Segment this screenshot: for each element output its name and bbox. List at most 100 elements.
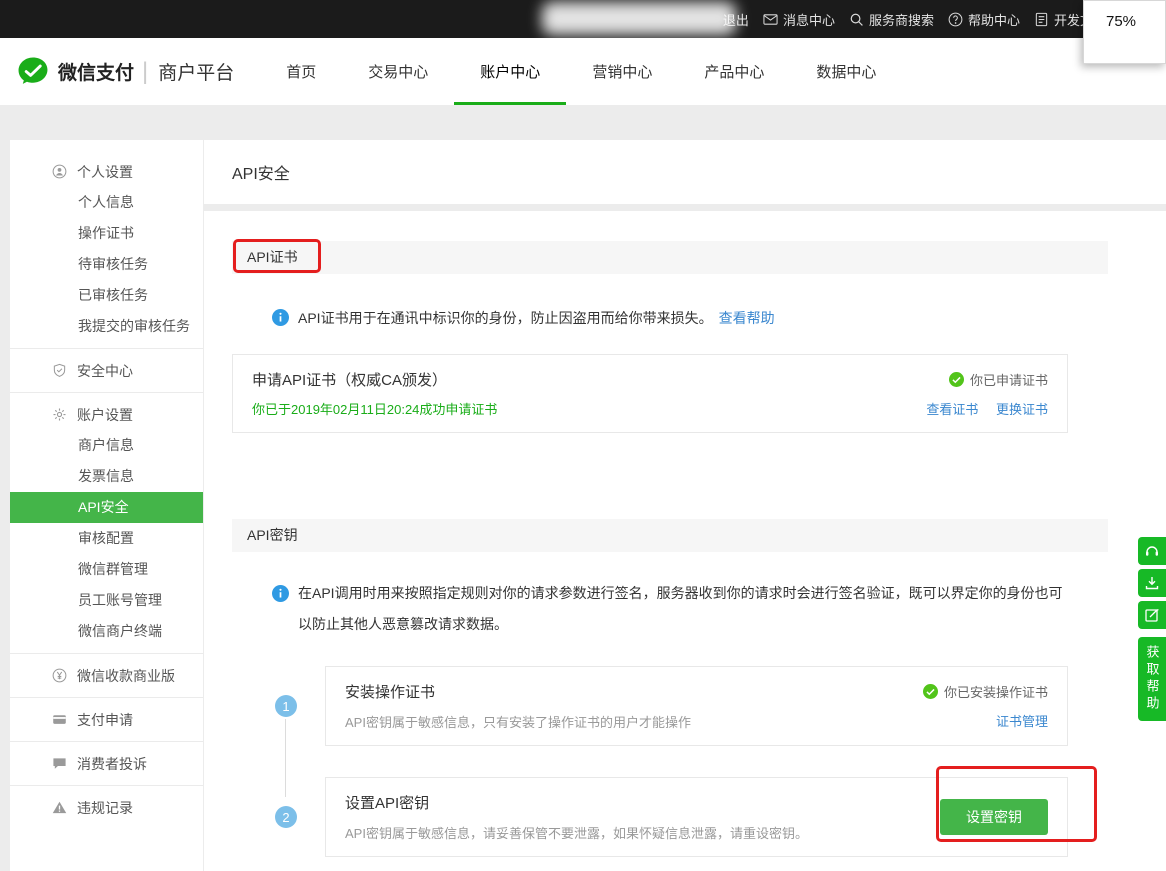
message-center-label: 消息中心 — [782, 12, 835, 28]
sidebar-item-security-center[interactable]: 安全中心 — [10, 355, 203, 386]
sidebar-group-violation: 违规记录 — [10, 785, 203, 829]
api-cert-section-title: API证书 — [247, 249, 298, 265]
sidebar-item-personal-settings[interactable]: 个人设置 — [10, 156, 203, 187]
api-cert-card: 申请API证书（权威CA颁发） 你已于2019年02月11日20:24成功申请证… — [232, 354, 1068, 433]
redacted-account-name — [542, 2, 736, 35]
page-title-bar: API安全 — [204, 140, 1166, 204]
service-provider-search-label: 服务商搜索 — [868, 12, 934, 28]
step-number-badge: 1 — [275, 695, 297, 717]
gear-icon — [52, 407, 67, 422]
api-key-steps: 1 安装操作证书 API密钥属于敏感信息，只有安装了操作证书的用户才能操作 你已… — [232, 666, 1108, 857]
tab-transaction-center[interactable]: 交易中心 — [342, 38, 454, 105]
sidebar-item-account-settings[interactable]: 账户设置 — [10, 399, 203, 430]
sidebar-item-review-config[interactable]: 审核配置 — [10, 523, 203, 554]
get-help-button[interactable]: 获取帮助 — [1138, 637, 1166, 721]
sidebar-group-business-pay: 微信收款商业版 — [10, 653, 203, 697]
step-set-api-key-box: 设置API密钥 API密钥属于敏感信息，请妥善保管不要泄露，如果怀疑信息泄露，请… — [325, 777, 1068, 857]
tab-product-center[interactable]: 产品中心 — [678, 38, 790, 105]
check-circle-icon — [948, 371, 964, 387]
sidebar-item-pending-tasks[interactable]: 待审核任务 — [10, 249, 203, 280]
install-cert-status: 你已安装操作证书 — [922, 682, 1048, 701]
sidebar-item-violation-records[interactable]: 违规记录 — [10, 792, 203, 823]
mail-icon — [763, 12, 778, 27]
download-icon — [1144, 575, 1160, 591]
step-install-cert-left: 安装操作证书 API密钥属于敏感信息，只有安装了操作证书的用户才能操作 — [345, 681, 691, 731]
step-install-cert-right: 你已安装操作证书 证书管理 — [922, 681, 1048, 731]
sidebar-item-wechat-collect-business[interactable]: 微信收款商业版 — [10, 660, 203, 691]
primary-nav: 首页 交易中心 账户中心 营销中心 产品中心 数据中心 — [260, 38, 902, 105]
sidebar-item-staff-account-mgmt[interactable]: 员工账号管理 — [10, 585, 203, 616]
api-cert-card-left: 申请API证书（权威CA颁发） 你已于2019年02月11日20:24成功申请证… — [252, 369, 497, 418]
step-set-api-key-desc: API密钥属于敏感信息，请妥善保管不要泄露，如果怀疑信息泄露，请重设密钥。 — [345, 826, 808, 841]
sidebar-group-personal: 个人设置 个人信息 操作证书 待审核任务 已审核任务 我提交的审核任务 — [10, 156, 203, 348]
sidebar-item-personal-info[interactable]: 个人信息 — [10, 187, 203, 218]
sidebar-item-my-submitted-tasks[interactable]: 我提交的审核任务 — [10, 311, 203, 342]
step-install-cert-desc: API密钥属于敏感信息，只有安装了操作证书的用户才能操作 — [345, 715, 691, 730]
step-install-cert-box: 安装操作证书 API密钥属于敏感信息，只有安装了操作证书的用户才能操作 你已安装… — [325, 666, 1068, 746]
view-help-link[interactable]: 查看帮助 — [719, 308, 775, 328]
wechat-pay-logo-icon — [16, 55, 50, 89]
feedback-icon — [1144, 607, 1160, 623]
install-cert-status-text: 你已安装操作证书 — [943, 685, 1048, 700]
warning-icon — [52, 800, 67, 815]
api-cert-links: 查看证书 更换证书 — [926, 399, 1048, 418]
feedback-button[interactable] — [1138, 601, 1166, 629]
tab-account-center[interactable]: 账户中心 — [454, 38, 567, 105]
sidebar-item-reviewed-tasks[interactable]: 已审核任务 — [10, 280, 203, 311]
sidebar-item-operation-cert[interactable]: 操作证书 — [10, 218, 203, 249]
api-key-info: 在API调用时用来按照指定规则对你的请求参数进行签名，服务器收到你的请求时会进行… — [272, 578, 1072, 640]
step-set-api-key-left: 设置API密钥 API密钥属于敏感信息，请妥善保管不要泄露，如果怀疑信息泄露，请… — [345, 792, 808, 842]
main-header: 微信支付 | 商户平台 首页 交易中心 账户中心 营销中心 产品中心 数据中心 — [0, 38, 1166, 105]
help-center-label: 帮助中心 — [967, 12, 1020, 28]
tab-data-center[interactable]: 数据中心 — [790, 38, 902, 105]
api-cert-info: API证书用于在通讯中标识你的身份，防止因盗用而给你带来损失。 查看帮助 — [272, 308, 1108, 328]
sidebar-label: 微信收款商业版 — [77, 667, 175, 684]
brand[interactable]: 微信支付 | 商户平台 — [16, 55, 234, 89]
step-install-cert-title: 安装操作证书 — [345, 684, 436, 701]
replace-cert-link[interactable]: 更换证书 — [996, 402, 1048, 417]
view-cert-link[interactable]: 查看证书 — [926, 402, 978, 417]
service-provider-search-link[interactable]: 服务商搜索 — [849, 10, 934, 29]
info-icon — [272, 585, 289, 602]
api-cert-card-title: 申请API证书（权威CA颁发） — [252, 372, 448, 389]
shield-icon — [52, 363, 67, 378]
sidebar-label: 违规记录 — [77, 799, 133, 816]
brand-name: 微信支付 — [58, 63, 135, 84]
sidebar-label: 安全中心 — [77, 362, 133, 379]
sidebar-item-invoice-info[interactable]: 发票信息 — [10, 461, 203, 492]
help-center-link[interactable]: 帮助中心 — [948, 10, 1020, 29]
message-center-link[interactable]: 消息中心 — [763, 10, 835, 29]
step-set-api-key-right: 设置密钥 — [940, 792, 1048, 842]
download-button[interactable] — [1138, 569, 1166, 597]
cert-manage-link[interactable]: 证书管理 — [996, 714, 1048, 729]
step-indicator-column: 2 — [232, 777, 325, 857]
sidebar-item-merchant-terminal[interactable]: 微信商户终端 — [10, 616, 203, 647]
cert-manage-row: 证书管理 — [996, 711, 1048, 730]
step-number-badge: 2 — [275, 806, 297, 828]
api-cert-info-text: API证书用于在通讯中标识你的身份，防止因盗用而给你带来损失。 — [298, 310, 713, 326]
sidebar-item-merchant-info[interactable]: 商户信息 — [10, 430, 203, 461]
check-circle-icon — [922, 684, 938, 699]
sidebar-item-api-security[interactable]: API安全 — [10, 492, 203, 523]
sidebar-group-complaint: 消费者投诉 — [10, 741, 203, 785]
info-icon — [272, 309, 289, 326]
sidebar-item-consumer-complaints[interactable]: 消费者投诉 — [10, 748, 203, 779]
customer-service-button[interactable] — [1138, 537, 1166, 565]
sidebar-label: 账户设置 — [77, 406, 133, 423]
customer-service-icon — [1144, 543, 1160, 559]
tab-home[interactable]: 首页 — [260, 38, 342, 105]
sidebar: 个人设置 个人信息 操作证书 待审核任务 已审核任务 我提交的审核任务 安全中心… — [10, 140, 203, 871]
set-api-key-button[interactable]: 设置密钥 — [940, 799, 1048, 835]
tab-marketing-center[interactable]: 营销中心 — [566, 38, 678, 105]
sidebar-group-account: 账户设置 商户信息 发票信息 API安全 审核配置 微信群管理 员工账号管理 微… — [10, 392, 203, 653]
api-key-section-header: API密钥 — [232, 519, 1108, 552]
api-cert-card-right: 你已申请证书 查看证书 更换证书 — [926, 369, 1048, 418]
coin-icon — [52, 668, 67, 683]
sidebar-item-wechat-group-mgmt[interactable]: 微信群管理 — [10, 554, 203, 585]
api-cert-section-header: API证书 — [232, 241, 1108, 274]
browser-zoom-popup[interactable]: 75% — [1083, 0, 1166, 64]
sidebar-group-pay-apply: 支付申请 — [10, 697, 203, 741]
sidebar-item-payment-application[interactable]: 支付申请 — [10, 704, 203, 735]
floating-help-widget: 获取帮助 — [1138, 537, 1166, 721]
step-set-api-key: 2 设置API密钥 API密钥属于敏感信息，请妥善保管不要泄露，如果怀疑信息泄露… — [232, 777, 1108, 857]
